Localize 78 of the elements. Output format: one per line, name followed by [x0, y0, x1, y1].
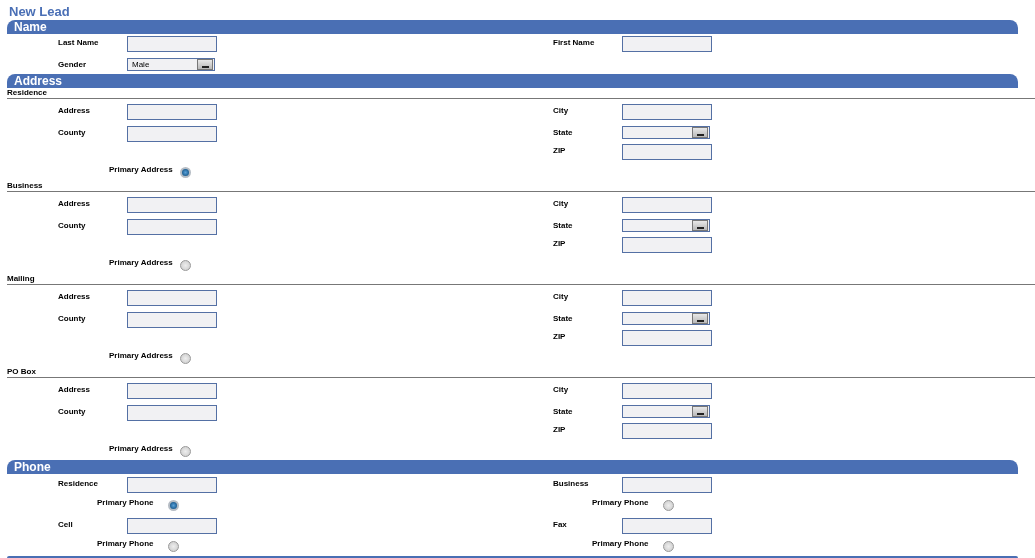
- radio-button[interactable]: [168, 500, 179, 511]
- field-label: Fax: [553, 520, 568, 530]
- radio-button[interactable]: [180, 353, 191, 364]
- field-label: City: [553, 292, 570, 302]
- field-label: County: [58, 314, 87, 324]
- input-field[interactable]: [127, 36, 217, 52]
- field-label: Cell: [58, 520, 74, 530]
- field-label: Residence: [58, 479, 100, 489]
- section-header: Name: [7, 20, 1018, 34]
- field-label: State: [553, 407, 574, 417]
- input-field[interactable]: [127, 126, 217, 142]
- input-field[interactable]: [622, 36, 712, 52]
- field-label: County: [58, 407, 87, 417]
- page-title: New Lead: [8, 3, 71, 20]
- radio-label: Primary Phone: [97, 497, 155, 508]
- input-field[interactable]: [622, 423, 712, 439]
- radio-label: Primary Phone: [592, 538, 650, 549]
- dropdown[interactable]: [622, 126, 710, 139]
- field-label: County: [58, 128, 87, 138]
- field-label: City: [553, 106, 570, 116]
- radio-label: Primary Address: [109, 257, 174, 268]
- dropdown[interactable]: [622, 405, 710, 418]
- input-field[interactable]: [127, 197, 217, 213]
- field-label: ZIP: [553, 146, 567, 156]
- field-label: Gender: [58, 60, 87, 70]
- field-label: Business: [553, 479, 590, 489]
- input-field[interactable]: [622, 383, 712, 399]
- radio-label: Primary Phone: [592, 497, 650, 508]
- field-label: State: [553, 128, 574, 138]
- radio-label: Primary Address: [109, 164, 174, 175]
- radio-button[interactable]: [180, 446, 191, 457]
- dropdown[interactable]: [622, 312, 710, 325]
- input-field[interactable]: [622, 197, 712, 213]
- input-field[interactable]: [622, 518, 712, 534]
- subsection-title: Business: [7, 181, 1035, 192]
- field-label: State: [553, 314, 574, 324]
- radio-button[interactable]: [180, 260, 191, 271]
- dropdown[interactable]: [622, 219, 710, 232]
- input-field[interactable]: [622, 290, 712, 306]
- radio-button[interactable]: [180, 167, 191, 178]
- input-field[interactable]: [127, 518, 217, 534]
- input-field[interactable]: [127, 312, 217, 328]
- section-header: Phone: [7, 460, 1018, 474]
- field-label: ZIP: [553, 332, 567, 342]
- input-field[interactable]: [127, 477, 217, 493]
- field-label: Address: [58, 292, 91, 302]
- subsection-title: Residence: [7, 88, 1035, 99]
- field-label: ZIP: [553, 239, 567, 249]
- section-header: Address: [7, 74, 1018, 88]
- radio-button[interactable]: [168, 541, 179, 552]
- field-label: Address: [58, 385, 91, 395]
- field-label: First Name: [553, 38, 596, 48]
- radio-button[interactable]: [663, 541, 674, 552]
- field-label: Address: [58, 106, 91, 116]
- radio-button[interactable]: [663, 500, 674, 511]
- input-field[interactable]: [622, 104, 712, 120]
- subsection-title: Mailing: [7, 274, 1035, 285]
- field-label: County: [58, 221, 87, 231]
- input-field[interactable]: [622, 144, 712, 160]
- field-label: City: [553, 385, 570, 395]
- input-field[interactable]: [127, 104, 217, 120]
- field-label: ZIP: [553, 425, 567, 435]
- radio-label: Primary Address: [109, 443, 174, 454]
- field-label: Last Name: [58, 38, 100, 48]
- dropdown[interactable]: Male: [127, 58, 215, 71]
- input-field[interactable]: [622, 237, 712, 253]
- radio-label: Primary Phone: [97, 538, 155, 549]
- input-field[interactable]: [622, 477, 712, 493]
- field-label: State: [553, 221, 574, 231]
- field-label: City: [553, 199, 570, 209]
- input-field[interactable]: [127, 290, 217, 306]
- radio-label: Primary Address: [109, 350, 174, 361]
- input-field[interactable]: [127, 219, 217, 235]
- input-field[interactable]: [127, 383, 217, 399]
- subsection-title: PO Box: [7, 367, 1035, 378]
- input-field[interactable]: [622, 330, 712, 346]
- input-field[interactable]: [127, 405, 217, 421]
- field-label: Address: [58, 199, 91, 209]
